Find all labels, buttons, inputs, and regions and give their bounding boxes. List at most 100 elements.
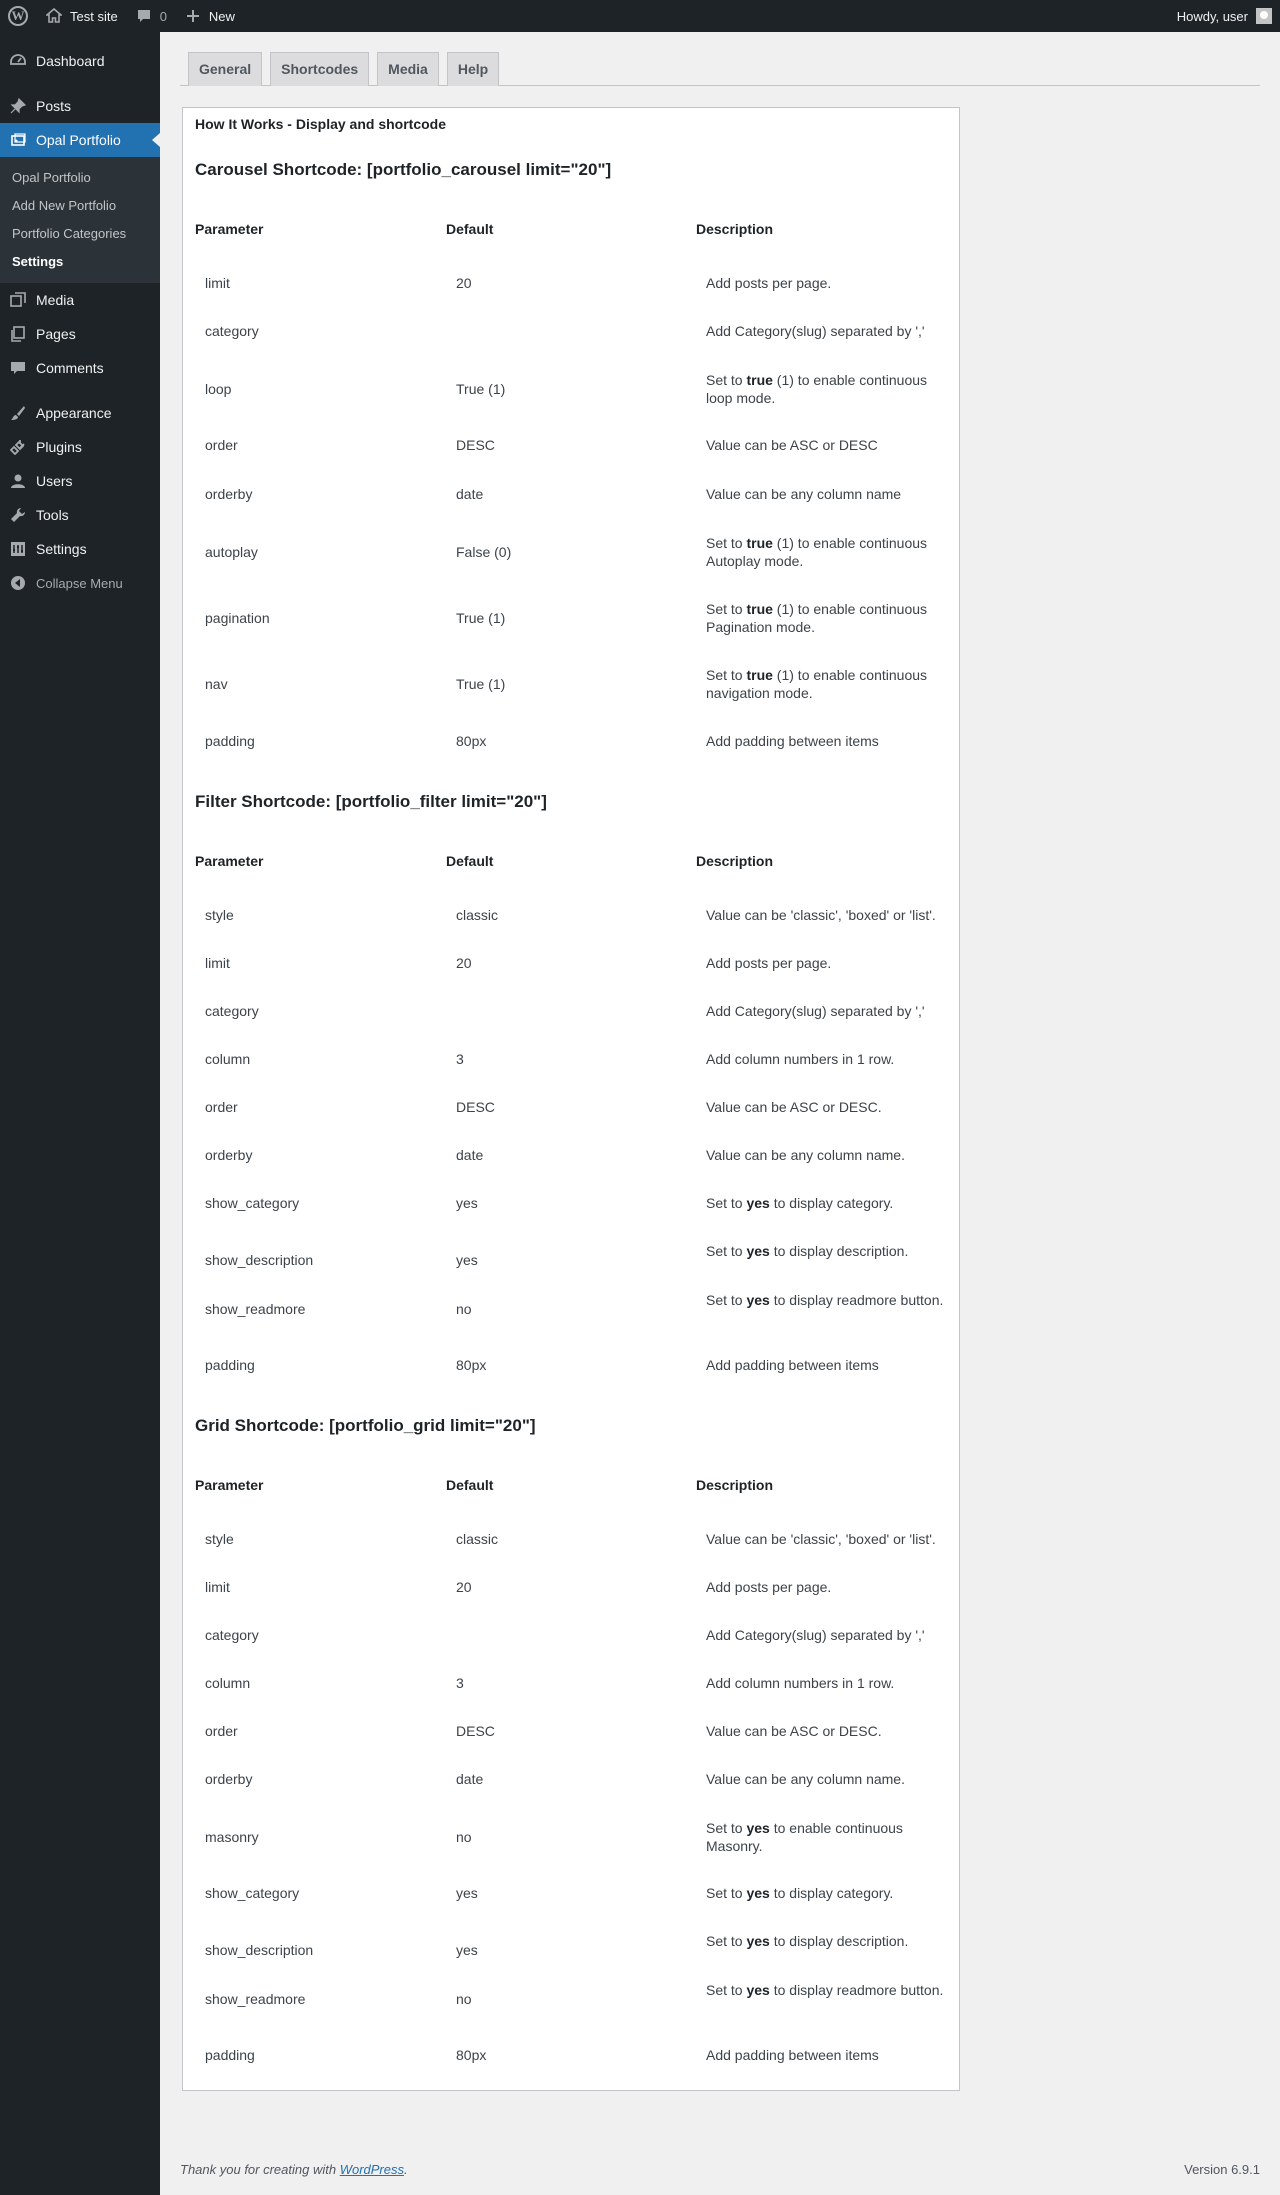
param-name: column <box>205 1675 251 1691</box>
sidebar-item-comments[interactable]: Comments <box>0 351 160 385</box>
param-description: Set to true (1) to enable continuous nav… <box>706 666 946 702</box>
new-content-link[interactable]: New <box>175 0 243 32</box>
param-default: yes <box>456 1885 478 1901</box>
param-default: True (1) <box>456 610 506 626</box>
sidebar-item-label: Opal Portfolio <box>36 132 121 148</box>
description-text-end: to display description. <box>769 1933 909 1949</box>
param-name: pagination <box>205 610 270 626</box>
param-default: date <box>456 1771 484 1787</box>
description-text: Set to <box>706 1195 747 1211</box>
param-description: Add column numbers in 1 row. <box>706 1674 946 1692</box>
description-text: Value can be ASC or DESC <box>706 437 878 453</box>
my-account-menu[interactable]: Howdy, user <box>1169 0 1280 32</box>
sidebar-item-dashboard[interactable]: Dashboard <box>0 44 160 78</box>
param-default: date <box>456 1147 484 1163</box>
comment-bubble-icon <box>134 6 154 26</box>
description-text: Add Category(slug) separated by ',' <box>706 1627 925 1643</box>
description-text: Set to <box>706 667 747 683</box>
param-description: Add Category(slug) separated by ',' <box>706 1626 946 1644</box>
tab-shortcodes[interactable]: Shortcodes <box>270 52 370 86</box>
site-name-link[interactable]: Test site <box>36 0 126 32</box>
param-description: Add posts per page. <box>706 1578 946 1596</box>
new-label: New <box>208 8 235 24</box>
description-text: Value can be 'classic', 'boxed' or 'list… <box>706 907 936 923</box>
sidebar-item-plugins[interactable]: Plugins <box>0 430 160 464</box>
column-header-description: Description <box>696 1477 774 1493</box>
param-description: Value can be any column name. <box>706 1146 946 1164</box>
sidebar-item-label: Tools <box>36 507 69 523</box>
footer-thanks-text: Thank you for creating with <box>180 2162 340 2177</box>
sidebar-item-tools[interactable]: Tools <box>0 498 160 532</box>
collapse-menu-button[interactable]: Collapse Menu <box>0 566 160 600</box>
panel-heading: How It Works - Display and shortcode <box>195 116 447 132</box>
param-name: category <box>205 1003 259 1019</box>
param-name: masonry <box>205 1829 259 1845</box>
param-name: style <box>205 907 234 923</box>
param-name: column <box>205 1051 251 1067</box>
param-name: category <box>205 1627 259 1643</box>
sidebar-item-posts[interactable]: Posts <box>0 89 160 123</box>
param-description: Value can be 'classic', 'boxed' or 'list… <box>706 1530 946 1548</box>
admin-sidebar: Dashboard Posts Opal Portfolio Opal Port… <box>0 32 160 2195</box>
sidebar-item-label: Users <box>36 473 73 489</box>
param-default: DESC <box>456 1723 495 1739</box>
wordpress-link[interactable]: WordPress <box>340 2162 404 2177</box>
param-name: limit <box>205 275 230 291</box>
sidebar-item-users[interactable]: Users <box>0 464 160 498</box>
description-text: Set to <box>706 1933 747 1949</box>
sidebar-item-opal-portfolio[interactable]: Opal Portfolio <box>0 123 160 157</box>
submenu-item-add-new-portfolio[interactable]: Add New Portfolio <box>0 192 160 220</box>
admin-bar: W Test site 0 New Howdy, user <box>0 0 1280 32</box>
description-text-end: to display readmore button. <box>769 1982 944 1998</box>
param-name: padding <box>205 2047 255 2063</box>
wordpress-logo-icon: W <box>8 6 28 26</box>
sidebar-item-label: Plugins <box>36 439 82 455</box>
description-text-end: to display description. <box>769 1243 909 1259</box>
sidebar-item-appearance[interactable]: Appearance <box>0 396 160 430</box>
wp-logo-menu[interactable]: W <box>0 0 36 32</box>
param-default: yes <box>456 1195 478 1211</box>
param-default: yes <box>456 1942 478 1958</box>
sidebar-item-settings[interactable]: Settings <box>0 532 160 566</box>
param-default: 20 <box>456 955 472 971</box>
param-name: orderby <box>205 1771 253 1787</box>
description-text: Set to <box>706 372 747 388</box>
param-default: no <box>456 1301 472 1317</box>
pages-icon <box>8 324 28 344</box>
param-name: padding <box>205 1357 255 1373</box>
sidebar-item-media[interactable]: Media <box>0 283 160 317</box>
param-description: Set to yes to display category. <box>706 1194 946 1212</box>
description-text: Set to <box>706 601 747 617</box>
sidebar-item-pages[interactable]: Pages <box>0 317 160 351</box>
sidebar-item-label: Posts <box>36 98 72 114</box>
comments-link[interactable]: 0 <box>126 0 175 32</box>
submenu-item-opal-portfolio[interactable]: Opal Portfolio <box>0 164 160 192</box>
param-default: DESC <box>456 437 495 453</box>
footer: Thank you for creating with WordPress. V… <box>180 2162 1260 2177</box>
submenu-item-settings[interactable]: Settings <box>0 248 160 276</box>
param-name: show_readmore <box>205 1991 306 2007</box>
param-default: 3 <box>456 1051 464 1067</box>
tab-media[interactable]: Media <box>377 52 439 86</box>
tab-general[interactable]: General <box>188 52 263 86</box>
param-description: Value can be ASC or DESC. <box>706 1722 946 1740</box>
tab-help[interactable]: Help <box>446 52 500 86</box>
column-header-description: Description <box>696 853 774 869</box>
param-default: False (0) <box>456 544 512 560</box>
param-name: show_category <box>205 1885 300 1901</box>
site-name: Test site <box>70 8 118 24</box>
submenu-item-portfolio-categories[interactable]: Portfolio Categories <box>0 220 160 248</box>
param-name: order <box>205 437 238 453</box>
description-text-end: to display readmore button. <box>769 1292 944 1308</box>
description-value: true <box>746 667 773 683</box>
description-text: Add column numbers in 1 row. <box>706 1675 895 1691</box>
column-header-parameter: Parameter <box>195 1477 264 1493</box>
sidebar-item-label: Appearance <box>36 405 112 421</box>
footer-thanks: Thank you for creating with WordPress. <box>180 2162 408 2177</box>
version-text: Version 6.9.1 <box>1184 2162 1260 2177</box>
plus-icon <box>183 6 203 26</box>
description-text: Add posts per page. <box>706 955 832 971</box>
description-text-end: to display category. <box>769 1885 894 1901</box>
param-name: order <box>205 1723 238 1739</box>
param-description: Add posts per page. <box>706 954 946 972</box>
